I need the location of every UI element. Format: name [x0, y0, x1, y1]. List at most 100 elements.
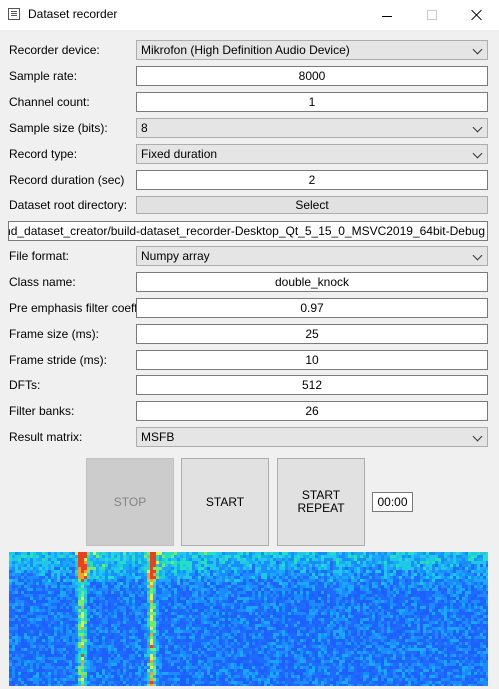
- spectrogram-cell: [291, 576, 294, 579]
- spectrogram-cell: [423, 579, 426, 582]
- spectrogram-cell: [453, 612, 456, 615]
- frame-size-input[interactable]: 25: [136, 324, 488, 344]
- spectrogram-cell: [150, 561, 153, 564]
- spectrogram-cell: [258, 633, 261, 636]
- spectrogram-cell: [321, 624, 324, 627]
- sample-rate-input[interactable]: 8000: [136, 66, 488, 86]
- spectrogram-cell: [147, 633, 150, 636]
- row-sample-size: Sample size (bits): 8: [0, 117, 499, 139]
- spectrogram-cell: [315, 609, 318, 612]
- spectrogram-cell: [405, 657, 408, 660]
- dfts-input[interactable]: 512: [136, 375, 488, 395]
- dfts-label: DFTs:: [9, 378, 41, 392]
- spectrogram-cell: [357, 624, 360, 627]
- spectrogram-cell: [216, 618, 219, 621]
- spectrogram-cell: [216, 597, 219, 600]
- dataset-path-input[interactable]: kty/sound_dataset_creator/build-dataset_…: [8, 221, 488, 241]
- spectrogram-cell: [69, 666, 72, 669]
- spectrogram-cell: [102, 558, 105, 561]
- spectrogram-cell: [357, 567, 360, 570]
- spectrogram-cell: [66, 570, 69, 573]
- spectrogram-cell: [102, 612, 105, 615]
- spectrogram-cell: [141, 570, 144, 573]
- channel-count-input[interactable]: 1: [136, 92, 488, 112]
- spectrogram-cell: [426, 564, 429, 567]
- spectrogram-cell: [84, 564, 87, 567]
- spectrogram-cell: [459, 564, 462, 567]
- spectrogram-cell: [369, 618, 372, 621]
- spectrogram-cell: [330, 558, 333, 561]
- spectrogram-cell: [390, 582, 393, 585]
- spectrogram-cell: [279, 564, 282, 567]
- spectrogram-cell: [390, 591, 393, 594]
- pre-emphasis-input[interactable]: 0.97: [136, 298, 488, 318]
- spectrogram-cell: [363, 597, 366, 600]
- spectrogram-cell: [342, 564, 345, 567]
- spectrogram-cell: [84, 630, 87, 633]
- spectrogram-cell: [243, 600, 246, 603]
- spectrogram-cell: [459, 645, 462, 648]
- spectrogram-cell: [357, 582, 360, 585]
- spectrogram-cell: [231, 588, 234, 591]
- spectrogram-cell: [216, 603, 219, 606]
- spectrogram-cell: [174, 594, 177, 597]
- spectrogram-cell: [75, 558, 78, 561]
- spectrogram-cell: [360, 573, 363, 576]
- spectrogram-cell: [234, 642, 237, 645]
- spectrogram-cell: [480, 576, 483, 579]
- spectrogram-cell: [324, 552, 327, 555]
- spectrogram-cell: [471, 621, 474, 624]
- spectrogram-cell: [342, 606, 345, 609]
- spectrogram-cell: [456, 627, 459, 630]
- spectrogram-cell: [51, 588, 54, 591]
- filter-banks-input[interactable]: 26: [136, 401, 488, 421]
- spectrogram-cell: [435, 612, 438, 615]
- spectrogram-cell: [453, 627, 456, 630]
- spectrogram-cell: [375, 639, 378, 642]
- spectrogram-cell: [45, 552, 48, 555]
- spectrogram-cell: [84, 585, 87, 588]
- spectrogram-cell: [189, 603, 192, 606]
- spectrogram-cell: [162, 621, 165, 624]
- spectrogram-cell: [240, 561, 243, 564]
- spectrogram-cell: [117, 630, 120, 633]
- spectrogram-cell: [462, 600, 465, 603]
- spectrogram-cell: [294, 570, 297, 573]
- sample-size-select[interactable]: 8: [136, 118, 488, 138]
- spectrogram-cell: [336, 636, 339, 639]
- spectrogram-cell: [60, 648, 63, 651]
- spectrogram-cell: [9, 618, 12, 621]
- spectrogram-cell: [30, 552, 33, 555]
- spectrogram-cell: [141, 564, 144, 567]
- spectrogram-cell: [90, 558, 93, 561]
- spectrogram-cell: [30, 567, 33, 570]
- recorder-device-select[interactable]: Mikrofon (High Definition Audio Device): [136, 40, 488, 60]
- start-button[interactable]: START: [181, 458, 269, 546]
- spectrogram-cell: [90, 666, 93, 669]
- file-format-select[interactable]: Numpy array: [136, 246, 488, 266]
- record-duration-input[interactable]: 2: [136, 170, 488, 190]
- spectrogram-cell: [105, 588, 108, 591]
- start-repeat-button[interactable]: START REPEAT: [277, 458, 365, 546]
- spectrogram-cell: [156, 612, 159, 615]
- spectrogram-cell: [84, 588, 87, 591]
- spectrogram-cell: [255, 567, 258, 570]
- spectrogram-cell: [180, 555, 183, 558]
- result-matrix-select[interactable]: MSFB: [136, 427, 488, 447]
- minimize-button[interactable]: [364, 0, 409, 30]
- select-directory-button[interactable]: Select: [136, 196, 488, 214]
- spectrogram-cell: [471, 567, 474, 570]
- spectrogram-cell: [408, 591, 411, 594]
- record-type-select[interactable]: Fixed duration: [136, 144, 488, 164]
- spectrogram-cell: [174, 612, 177, 615]
- spectrogram-cell: [369, 561, 372, 564]
- spectrogram-cell: [384, 561, 387, 564]
- close-button[interactable]: [454, 0, 499, 30]
- spectrogram-cell: [399, 663, 402, 666]
- spectrogram-cell: [468, 654, 471, 657]
- frame-stride-input[interactable]: 10: [136, 350, 488, 370]
- spectrogram-cell: [333, 573, 336, 576]
- spectrogram-cell: [294, 609, 297, 612]
- class-name-input[interactable]: double_knock: [136, 272, 488, 292]
- spectrogram-cell: [153, 609, 156, 612]
